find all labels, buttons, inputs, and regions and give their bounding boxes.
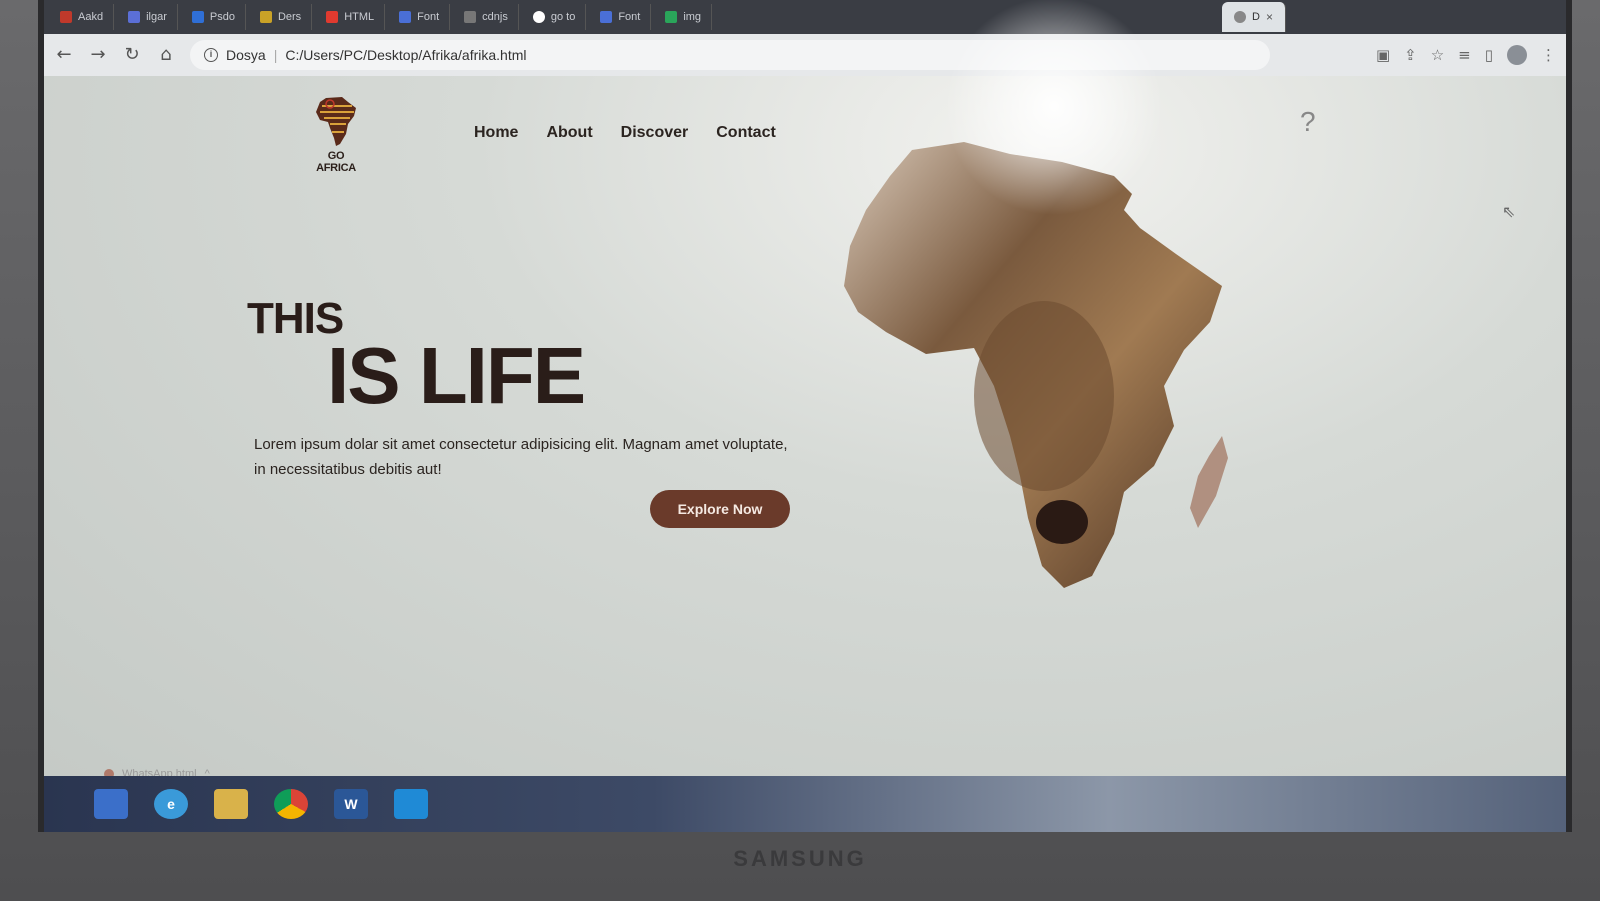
browser-tab[interactable]: Psdo xyxy=(182,4,246,30)
browser-tab[interactable]: HTML xyxy=(316,4,386,30)
webpage: GO AFRICA Home About Discover Contact ? … xyxy=(44,0,1566,780)
url-text: C:/Users/PC/Desktop/Afrika/afrika.html xyxy=(285,47,527,63)
mouse-cursor-icon: ⇖ xyxy=(1502,202,1516,221)
browser-tab[interactable]: ilgar xyxy=(118,4,178,30)
tab-favicon-icon xyxy=(464,11,477,23)
laptop-brand-logo: SAMSUNG xyxy=(733,846,867,871)
tab-favicon-icon xyxy=(259,11,272,23)
tab-favicon-icon xyxy=(60,11,72,23)
windows-taskbar: e W xyxy=(44,776,1566,832)
file-explorer-icon[interactable] xyxy=(214,789,248,819)
tab-label: Ders xyxy=(277,11,302,23)
browser-tab[interactable]: img xyxy=(655,4,713,30)
chrome-icon[interactable] xyxy=(274,789,308,819)
africa-logo-icon xyxy=(316,97,356,146)
tab-favicon-icon xyxy=(399,11,412,23)
nav-contact[interactable]: Contact xyxy=(716,124,776,142)
share-icon[interactable]: ⇪ xyxy=(1404,46,1417,64)
tab-label: Aakd xyxy=(78,11,104,23)
explore-now-button[interactable]: Explore Now xyxy=(650,490,790,528)
reading-list-icon[interactable]: ≡ xyxy=(1458,46,1471,64)
screen: Aakd ilgar Psdo Ders HTML Font cdnjs go … xyxy=(38,0,1572,832)
google-icon xyxy=(532,11,545,23)
translate-icon[interactable]: ▣ xyxy=(1376,46,1390,64)
tab-label: HTML xyxy=(344,11,375,23)
tab-favicon-icon xyxy=(600,11,613,23)
browser-tab[interactable]: Font xyxy=(389,4,451,30)
tab-favicon-icon xyxy=(128,11,141,23)
browser-tab[interactable]: Ders xyxy=(250,4,313,30)
tab-label: Font xyxy=(417,11,440,23)
browser-tab[interactable]: Font xyxy=(590,4,652,30)
active-browser-tab[interactable]: D × xyxy=(1222,2,1286,32)
nav-about[interactable]: About xyxy=(546,124,592,142)
home-icon[interactable]: ⌂ xyxy=(156,45,176,65)
tab-favicon-icon xyxy=(191,11,204,23)
tab-label: img xyxy=(683,11,702,23)
side-panel-icon[interactable]: ▯ xyxy=(1485,46,1493,64)
scheme-label: Dosya xyxy=(226,47,266,63)
avatar[interactable] xyxy=(1507,45,1527,65)
help-icon[interactable]: ? xyxy=(1300,106,1316,138)
browser-tab[interactable]: go to xyxy=(523,4,587,30)
word-icon[interactable]: W xyxy=(334,789,368,819)
browser-toolbar: ← → ↻ ⌂ i Dosya | C:/Users/PC/Desktop/Af… xyxy=(44,34,1566,76)
forward-arrow-icon[interactable]: → xyxy=(88,45,108,65)
tab-label: cdnjs xyxy=(482,11,508,23)
star-icon[interactable]: ☆ xyxy=(1431,46,1444,64)
close-icon[interactable]: × xyxy=(1266,10,1273,24)
info-icon[interactable]: i xyxy=(204,48,218,62)
site-logo[interactable]: GO AFRICA xyxy=(306,94,366,174)
main-nav: Home About Discover Contact xyxy=(474,124,776,142)
tab-label: ilgar xyxy=(146,11,167,23)
tab-strip: Aakd ilgar Psdo Ders HTML Font cdnjs go … xyxy=(44,0,1566,34)
hero-description: Lorem ipsum dolar sit amet consectetur a… xyxy=(254,436,788,478)
tab-favicon-icon xyxy=(326,11,339,23)
drive-icon xyxy=(665,11,678,23)
tab-label: D xyxy=(1252,11,1260,23)
tab-label: Font xyxy=(618,11,641,23)
menu-kebab-icon[interactable]: ⋮ xyxy=(1541,46,1556,64)
nav-discover[interactable]: Discover xyxy=(621,124,689,142)
start-windows-icon[interactable] xyxy=(94,789,128,819)
tab-label: Psdo xyxy=(209,11,235,23)
address-separator: | xyxy=(273,47,278,63)
browser-tab[interactable]: Aakd xyxy=(50,4,115,30)
browser-tab[interactable]: cdnjs xyxy=(454,4,519,30)
globe-icon xyxy=(1234,11,1247,23)
back-arrow-icon[interactable]: ← xyxy=(54,45,74,65)
logo-line1: GO xyxy=(327,150,345,162)
africa-lion-image xyxy=(844,142,1228,588)
tab-label: go to xyxy=(550,11,576,23)
hero-heading-line2: IS LIFE xyxy=(327,331,586,420)
logo-line2: AFRICA xyxy=(316,162,356,174)
vscode-icon[interactable] xyxy=(394,789,428,819)
toolbar-actions: ▣ ⇪ ☆ ≡ ▯ ⋮ xyxy=(1376,45,1556,65)
address-bar[interactable]: i Dosya | C:/Users/PC/Desktop/Afrika/afr… xyxy=(190,40,1270,70)
internet-explorer-icon[interactable]: e xyxy=(154,789,188,819)
nav-home[interactable]: Home xyxy=(474,124,518,142)
reload-icon[interactable]: ↻ xyxy=(122,45,142,65)
